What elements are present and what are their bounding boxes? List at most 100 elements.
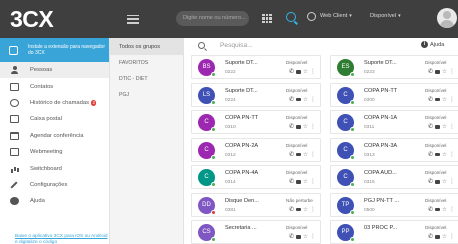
star-icon[interactable]: ☆ bbox=[442, 207, 447, 213]
contact-card[interactable]: C COPA PN-TT 0310 Disponível ✆ ☆ ⋮ bbox=[191, 110, 321, 134]
phone-icon[interactable]: ✆ bbox=[289, 69, 294, 75]
sidebar-item-ajuda[interactable]: Ajuda bbox=[0, 193, 109, 209]
more-options-icon[interactable]: ⋮ bbox=[310, 124, 316, 130]
video-icon[interactable] bbox=[296, 125, 302, 129]
sidebar: Instale a extensão para navegador do 3CX… bbox=[0, 38, 110, 244]
presence-status-dropdown[interactable]: Disponível ▾ bbox=[370, 13, 401, 19]
more-options-icon[interactable]: ⋮ bbox=[449, 124, 455, 130]
phone-icon[interactable]: ✆ bbox=[289, 97, 294, 103]
more-options-icon[interactable]: ⋮ bbox=[310, 234, 316, 240]
star-icon[interactable]: ☆ bbox=[303, 207, 308, 213]
star-icon[interactable]: ☆ bbox=[442, 179, 447, 185]
contact-card[interactable]: CS Secretaria ... Disponível ✆ ☆ ⋮ bbox=[191, 220, 321, 244]
star-icon[interactable]: ☆ bbox=[442, 234, 447, 240]
video-icon[interactable] bbox=[435, 152, 441, 157]
contact-extension: 0224 bbox=[225, 97, 236, 103]
q-search-icon[interactable] bbox=[286, 12, 296, 22]
phone-icon[interactable]: ✆ bbox=[428, 152, 433, 158]
group-all[interactable]: Todos os grupos bbox=[110, 38, 183, 55]
sidebar-item-agendar-conferencia[interactable]: Agendar conferência bbox=[0, 128, 109, 144]
contact-card[interactable]: C COPA PN-3A 0313 Disponível ✆ ☆ ⋮ bbox=[330, 137, 458, 162]
more-options-icon[interactable]: ⋮ bbox=[449, 234, 455, 240]
contact-card[interactable]: DD Disque Den... 0381 Não perturbe ✆ ☆ ⋮ bbox=[191, 192, 321, 217]
star-icon[interactable]: ☆ bbox=[442, 69, 447, 75]
contact-card[interactable]: C COPA PN-2A 0312 Disponível ✆ ☆ ⋮ bbox=[191, 137, 321, 162]
contact-card[interactable]: C COPA PN-4A 0314 Disponível ✆ ☆ ⋮ bbox=[191, 165, 321, 189]
phone-icon[interactable]: ✆ bbox=[428, 179, 433, 185]
video-icon[interactable] bbox=[296, 235, 302, 239]
star-icon[interactable]: ☆ bbox=[442, 97, 447, 103]
phone-icon[interactable]: ✆ bbox=[289, 179, 294, 185]
star-icon[interactable]: ☆ bbox=[303, 97, 308, 103]
sidebar-item-configuracoes[interactable]: Configurações bbox=[0, 177, 109, 193]
more-options-icon[interactable]: ⋮ bbox=[449, 207, 455, 213]
sidebar-item-switchboard[interactable]: Switchboard bbox=[0, 160, 109, 176]
more-options-icon[interactable]: ⋮ bbox=[310, 207, 316, 213]
group-pgj[interactable]: PGJ bbox=[110, 87, 183, 103]
browser-extension-banner[interactable]: Instale a extensão para navegador do 3CX bbox=[0, 38, 109, 62]
contact-status: Não perturbe bbox=[286, 197, 313, 203]
more-options-icon[interactable]: ⋮ bbox=[310, 179, 316, 185]
video-icon[interactable] bbox=[435, 207, 441, 212]
phone-icon[interactable]: ✆ bbox=[428, 234, 433, 240]
phone-icon[interactable]: ✆ bbox=[428, 124, 433, 130]
star-icon[interactable]: ☆ bbox=[303, 234, 308, 240]
app-logo[interactable]: 3CX bbox=[0, 0, 110, 38]
help-button[interactable]: i Ajuda bbox=[421, 41, 444, 48]
phone-icon[interactable]: ✆ bbox=[428, 97, 433, 103]
video-icon[interactable] bbox=[296, 152, 302, 157]
phone-icon[interactable]: ✆ bbox=[289, 124, 294, 130]
people-search-input[interactable]: Pesquisa... bbox=[220, 42, 253, 49]
contact-card[interactable]: TP PGJ PN-TT ... 0500 Disponível ✆ ☆ ⋮ bbox=[330, 192, 458, 217]
phone-icon[interactable]: ✆ bbox=[289, 234, 294, 240]
video-icon[interactable] bbox=[296, 180, 302, 184]
star-icon[interactable]: ☆ bbox=[303, 179, 308, 185]
sidebar-item-pessoas[interactable]: Pessoas bbox=[0, 62, 109, 79]
group-dtic-diet[interactable]: DTIC - DIET bbox=[110, 71, 183, 87]
presence-status-label: Disponível bbox=[370, 13, 397, 19]
video-icon[interactable] bbox=[435, 70, 441, 74]
download-app-link[interactable]: Baixe o aplicativo 3CX para iOS ou Andro… bbox=[15, 234, 110, 244]
more-options-icon[interactable]: ⋮ bbox=[310, 152, 316, 158]
video-icon[interactable] bbox=[296, 207, 302, 212]
star-icon[interactable]: ☆ bbox=[303, 124, 308, 130]
video-icon[interactable] bbox=[435, 125, 441, 129]
contact-card[interactable]: BS Suporte DT... 0222 Disponível ✆ ☆ ⋮ bbox=[191, 55, 321, 79]
video-icon[interactable] bbox=[296, 97, 302, 102]
phone-icon[interactable]: ✆ bbox=[428, 207, 433, 213]
video-icon[interactable] bbox=[435, 97, 441, 102]
sidebar-item-historico-de-chamadas[interactable]: Histórico de chamadas 2 bbox=[0, 95, 109, 111]
star-icon[interactable]: ☆ bbox=[442, 152, 447, 158]
phone-icon[interactable]: ✆ bbox=[289, 207, 294, 213]
phone-icon[interactable]: ✆ bbox=[289, 152, 294, 158]
sidebar-item-caixa-postal[interactable]: Caixa postal bbox=[0, 111, 109, 127]
sidebar-item-contatos[interactable]: Contatos bbox=[0, 78, 109, 94]
contact-card[interactable]: PP 03 PROC P... Disponível ✆ ☆ ⋮ bbox=[330, 220, 458, 244]
star-icon[interactable]: ☆ bbox=[303, 152, 308, 158]
web-client-dropdown[interactable]: Web Client ▾ bbox=[320, 13, 352, 19]
contact-card[interactable]: ES Suporte DT... 0223 Disponível ✆ ☆ ⋮ bbox=[330, 55, 458, 79]
user-avatar[interactable] bbox=[437, 8, 457, 28]
dialpad-grid-icon[interactable] bbox=[262, 14, 272, 23]
phone-icon[interactable]: ✆ bbox=[428, 69, 433, 75]
group-favorites[interactable]: FAVORITOS bbox=[110, 55, 183, 71]
groups-panel: Todos os grupos FAVORITOS DTIC - DIET PG… bbox=[110, 38, 184, 244]
video-icon[interactable] bbox=[435, 235, 441, 239]
contact-card[interactable]: LS Suporte DT... 0224 Disponível ✆ ☆ ⋮ bbox=[191, 82, 321, 107]
global-search-input[interactable]: Digite nome ou número... bbox=[176, 11, 249, 26]
video-icon[interactable] bbox=[296, 70, 302, 74]
menu-icon[interactable] bbox=[127, 14, 139, 24]
more-options-icon[interactable]: ⋮ bbox=[310, 69, 316, 75]
more-options-icon[interactable]: ⋮ bbox=[449, 69, 455, 75]
more-options-icon[interactable]: ⋮ bbox=[310, 97, 316, 103]
contact-card[interactable]: C COPA AUD... 0315 Disponível ✆ ☆ ⋮ bbox=[330, 165, 458, 189]
star-icon[interactable]: ☆ bbox=[303, 69, 308, 75]
more-options-icon[interactable]: ⋮ bbox=[449, 97, 455, 103]
contact-card[interactable]: C COPA PN-1A 0311 Disponível ✆ ☆ ⋮ bbox=[330, 110, 458, 134]
contact-card[interactable]: C COPA PN-TT 0300 Disponível ✆ ☆ ⋮ bbox=[330, 82, 458, 107]
star-icon[interactable]: ☆ bbox=[442, 124, 447, 130]
more-options-icon[interactable]: ⋮ bbox=[449, 152, 455, 158]
video-icon[interactable] bbox=[435, 180, 441, 184]
sidebar-item-webmeeting[interactable]: Webmeeting bbox=[0, 144, 109, 160]
more-options-icon[interactable]: ⋮ bbox=[449, 179, 455, 185]
